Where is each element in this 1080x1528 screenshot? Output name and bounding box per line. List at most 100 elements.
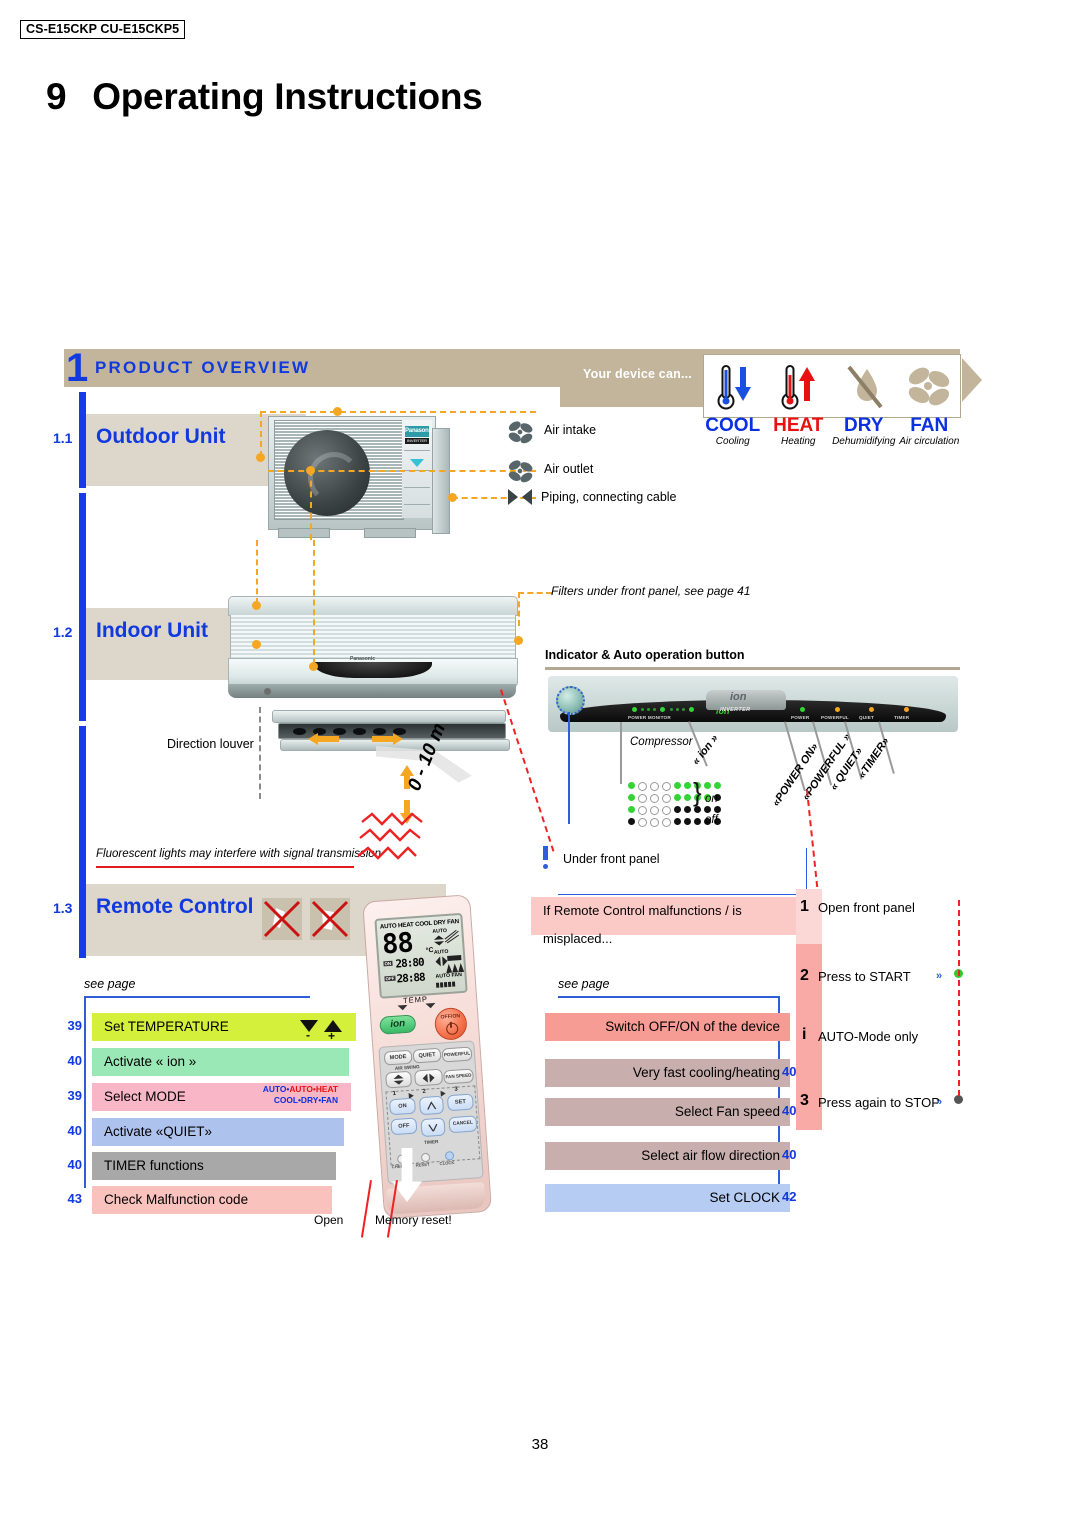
page-ref-air-flow: 40 (782, 1147, 797, 1162)
function-bar-activate-quiet[interactable]: Activate «QUIET» (92, 1118, 344, 1146)
section-title-indoor: Indoor Unit (96, 619, 208, 642)
step-text-2: Press to START (818, 969, 911, 984)
lcd-unit: °C (425, 946, 434, 955)
svg-text:-: - (306, 1028, 310, 1040)
outdoor-arrow-icon (410, 459, 424, 467)
remote-fan-speed-button[interactable]: FAN SPEED (443, 1068, 475, 1085)
overview-title: PRODUCT OVERVIEW (95, 358, 311, 377)
page-ref-set-clock: 42 (782, 1189, 797, 1204)
see-page-rule-left (84, 996, 310, 998)
see-page-label-left: see page (84, 977, 136, 991)
remote-cancel-button[interactable]: CANCEL (448, 1115, 478, 1134)
fan-icon (508, 421, 533, 444)
leader-line (518, 592, 552, 594)
remote-ion-button[interactable]: ion (379, 1014, 417, 1035)
function-bar-fast-cooling[interactable]: Very fast cooling/heating (545, 1059, 790, 1087)
indicator-panel-image: POWER MONITOR ion ion INVERTER POWER POW… (548, 676, 958, 732)
outdoor-unit-image: Panasonic INVERTER (268, 412, 478, 540)
remote-reset-label: RESET (415, 1161, 430, 1168)
mode-label-dry: DRY Dehumidifying (832, 415, 896, 448)
device-can-label: Your device can... (583, 367, 692, 381)
step-text-3: Press again to STOP (818, 1095, 940, 1110)
lcd-temperature: 88 (381, 927, 414, 961)
section-number-remote: 1.3 (53, 900, 73, 916)
function-bar-set-clock[interactable]: Set CLOCK (545, 1184, 790, 1212)
up-down-arrows-icon: - + (298, 1016, 346, 1045)
state-off-label: off (705, 814, 718, 826)
section-accent-bar-remote (79, 726, 86, 958)
indoor-unit-image: Panasonic (228, 596, 518, 706)
page-ref-check-malfunction: 43 (67, 1191, 82, 1206)
function-bar-switch-off-on[interactable]: Switch OFF/ON of the device (545, 1013, 790, 1041)
cool-mode-icon (704, 355, 768, 417)
step-text-1: Open front panel (818, 900, 915, 915)
leader-line (260, 411, 262, 457)
see-page-label-right: see page (558, 977, 610, 991)
section-title-outdoor: Outdoor Unit (96, 425, 226, 448)
function-bar-activate-ion[interactable]: Activate « ion » (92, 1048, 349, 1076)
section-number-indoor: 1.2 (53, 624, 73, 640)
chapter-number: 9 (46, 76, 67, 117)
lcd-timer-off-tag: OFF (384, 975, 396, 982)
led-label-inverter: INVERTER (720, 707, 751, 713)
leader-line-red (500, 689, 555, 852)
section-title-remote: Remote Control (96, 895, 254, 918)
piping-icon (508, 489, 532, 505)
label-air-outlet: Air outlet (544, 462, 594, 476)
remote-mode-button[interactable]: MODE (383, 1049, 413, 1066)
leader-line (259, 707, 261, 799)
remote-set-button[interactable]: SET (446, 1093, 474, 1112)
outdoor-brand-logo: Panasonic (405, 426, 433, 437)
page-ref-timer-functions: 40 (67, 1157, 82, 1172)
remote-quiet-button[interactable]: QUIET (412, 1047, 442, 1064)
function-bar-check-malfunction[interactable]: Check Malfunction code (92, 1186, 332, 1214)
indicator-rule (545, 667, 960, 670)
remote-timer-on-button[interactable]: ON (388, 1097, 417, 1116)
exclamation-dot-icon (543, 864, 548, 869)
function-bar-fan-speed[interactable]: Select Fan speed (545, 1098, 790, 1126)
lcd-fan-label: AUTO FAN (435, 971, 463, 980)
lcd-timer-off-value: 28:88 (396, 970, 426, 986)
auto-operation-button[interactable] (556, 686, 585, 715)
led-label-power: POWER (791, 715, 810, 720)
remote-up-button[interactable] (418, 1095, 445, 1116)
leader-dot (309, 662, 318, 671)
signal-waves-icon (358, 812, 423, 860)
remote-air-swing-horizontal-button[interactable] (414, 1068, 444, 1087)
led-label-power-monitor: POWER MONITOR (628, 715, 671, 720)
leader-line (256, 540, 258, 604)
remote-step-1: 1 (392, 1090, 397, 1098)
callout-air-intake (505, 418, 535, 451)
remote-timer-off-button[interactable]: OFF (390, 1117, 418, 1136)
leader-line-red (958, 900, 960, 1096)
under-panel-label: Under front panel (563, 852, 660, 866)
callout-air-outlet (505, 457, 535, 490)
function-bar-timer-functions[interactable]: TIMER functions (92, 1152, 336, 1180)
remote-air-swing-label: AIR SWING (394, 1064, 420, 1071)
leader-dot (306, 466, 315, 475)
compressor-label: Compressor (630, 736, 693, 748)
remote-timer-label: TIMER (423, 1139, 439, 1146)
section-number-outdoor: 1.1 (53, 430, 73, 446)
outdoor-subbrand-logo: INVERTER (405, 438, 429, 444)
mode-label-heat: HEAT Heating (773, 415, 824, 448)
function-bar-air-flow-direction[interactable]: Select air flow direction (545, 1142, 790, 1170)
lcd-timer-on-value: 28:80 (395, 955, 425, 971)
remote-powerful-button[interactable]: POWERFUL (441, 1046, 473, 1063)
dry-mode-icon (832, 355, 896, 417)
callout-piping (507, 487, 533, 512)
leader-line (568, 712, 570, 824)
callout-timer: «TIMER» (856, 735, 892, 781)
page-number: 38 (531, 1436, 549, 1453)
leader-dot (252, 640, 261, 649)
label-air-intake: Air intake (544, 423, 597, 437)
mode-tags-line2: COOL•DRY•FAN (273, 1095, 338, 1105)
leader-line (620, 722, 622, 784)
leader-line (260, 411, 536, 413)
overview-section-number: 1 (66, 346, 89, 390)
filters-note: Filters under front panel, see page 41 (551, 584, 751, 598)
remote-down-button[interactable] (420, 1117, 446, 1138)
leader-dot (333, 407, 342, 416)
remote-air-swing-vertical-button[interactable] (385, 1070, 413, 1089)
lcd-timer-on-tag: ON (383, 960, 393, 967)
